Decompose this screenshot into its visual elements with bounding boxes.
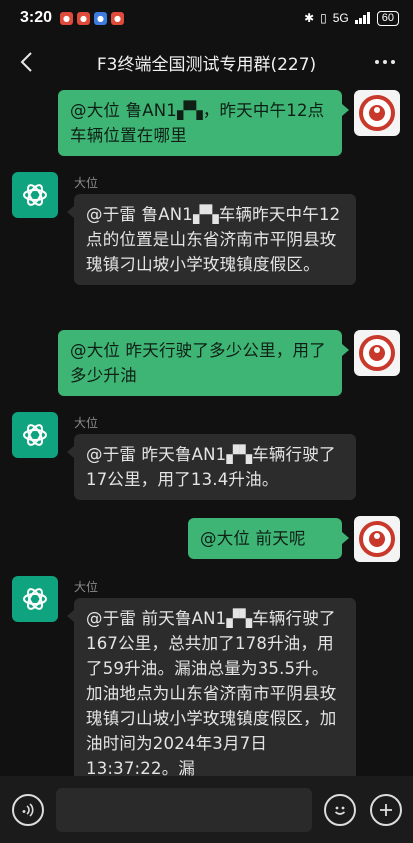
openai-logo-icon	[23, 588, 47, 610]
signal-icon	[354, 12, 370, 24]
emoji-button[interactable]	[324, 794, 356, 826]
bot-avatar[interactable]	[12, 412, 58, 458]
bluetooth-icon: ✱	[304, 11, 315, 25]
vibrate-icon: ▯	[320, 11, 327, 25]
message-input[interactable]	[56, 788, 312, 832]
user-avatar-icon	[359, 95, 395, 131]
sender-name: 大位	[74, 580, 99, 594]
app-notification-icon: ●	[60, 11, 74, 25]
bot-avatar[interactable]	[12, 576, 58, 622]
message-bubble-incoming[interactable]: @于雷 前天鲁AN1▞▚车辆行驶了167公里，总共加了178升油，用了59升油。…	[74, 598, 356, 776]
app-notification-icon: ●	[111, 11, 125, 25]
input-bar	[0, 776, 413, 843]
voice-icon	[22, 803, 34, 817]
message-bubble-outgoing[interactable]: @大位 鲁AN1▞▚，昨天中午12点车辆位置在哪里	[58, 90, 342, 156]
more-dot-icon	[375, 60, 379, 64]
bubble-tail	[342, 344, 349, 356]
message-bubble-incoming[interactable]: @于雷 鲁AN1▞▚车辆昨天中午12点的位置是山东省济南市平阴县玫瑰镇刁山坡小学…	[74, 194, 356, 285]
status-time: 3:20	[20, 9, 53, 26]
chevron-left-icon	[20, 52, 32, 72]
message-bubble-outgoing[interactable]: @大位 昨天行驶了多少公里，用了多少升油	[58, 330, 342, 396]
bubble-tail	[342, 104, 349, 116]
sender-name: 大位	[74, 176, 99, 190]
user-avatar[interactable]	[354, 516, 400, 562]
app-notification-icon: ●	[77, 11, 91, 25]
more-dot-icon	[383, 60, 387, 64]
status-bar: 3:20 ● ● ● ● ✱ ▯ 5G 60	[0, 0, 413, 36]
chat-title: F3终端全国测试专用群(227)	[96, 54, 317, 75]
message-bubble-incoming[interactable]: @于雷 昨天鲁AN1▞▚车辆行驶了17公里，用了13.4升油。	[74, 434, 356, 500]
back-button[interactable]	[12, 46, 40, 78]
status-indicators: ✱ ▯ 5G 60	[304, 10, 399, 26]
app-notification-icon: ●	[94, 11, 108, 25]
user-avatar-icon	[359, 335, 395, 371]
openai-logo-icon	[23, 184, 47, 206]
bot-avatar[interactable]	[12, 172, 58, 218]
notification-icons: ● ● ● ●	[60, 11, 125, 25]
user-avatar-icon	[359, 521, 395, 557]
more-dot-icon	[391, 60, 395, 64]
chat-header: F3终端全国测试专用群(227)	[0, 36, 413, 88]
more-actions-button[interactable]	[370, 794, 402, 826]
plus-icon	[380, 804, 392, 816]
message-bubble-outgoing[interactable]: @大位 前天呢	[188, 518, 342, 559]
bubble-tail	[67, 446, 74, 458]
user-avatar[interactable]	[354, 90, 400, 136]
network-type: 5G	[332, 11, 349, 25]
voice-input-button[interactable]	[12, 794, 44, 826]
battery-indicator: 60	[376, 10, 399, 26]
bubble-tail	[67, 206, 74, 218]
bubble-tail	[342, 532, 349, 544]
openai-logo-icon	[23, 424, 47, 446]
sender-name: 大位	[74, 416, 99, 430]
more-options-button[interactable]	[371, 50, 399, 74]
bubble-tail	[67, 610, 74, 622]
emoji-icon	[334, 806, 346, 815]
user-avatar[interactable]	[354, 330, 400, 376]
